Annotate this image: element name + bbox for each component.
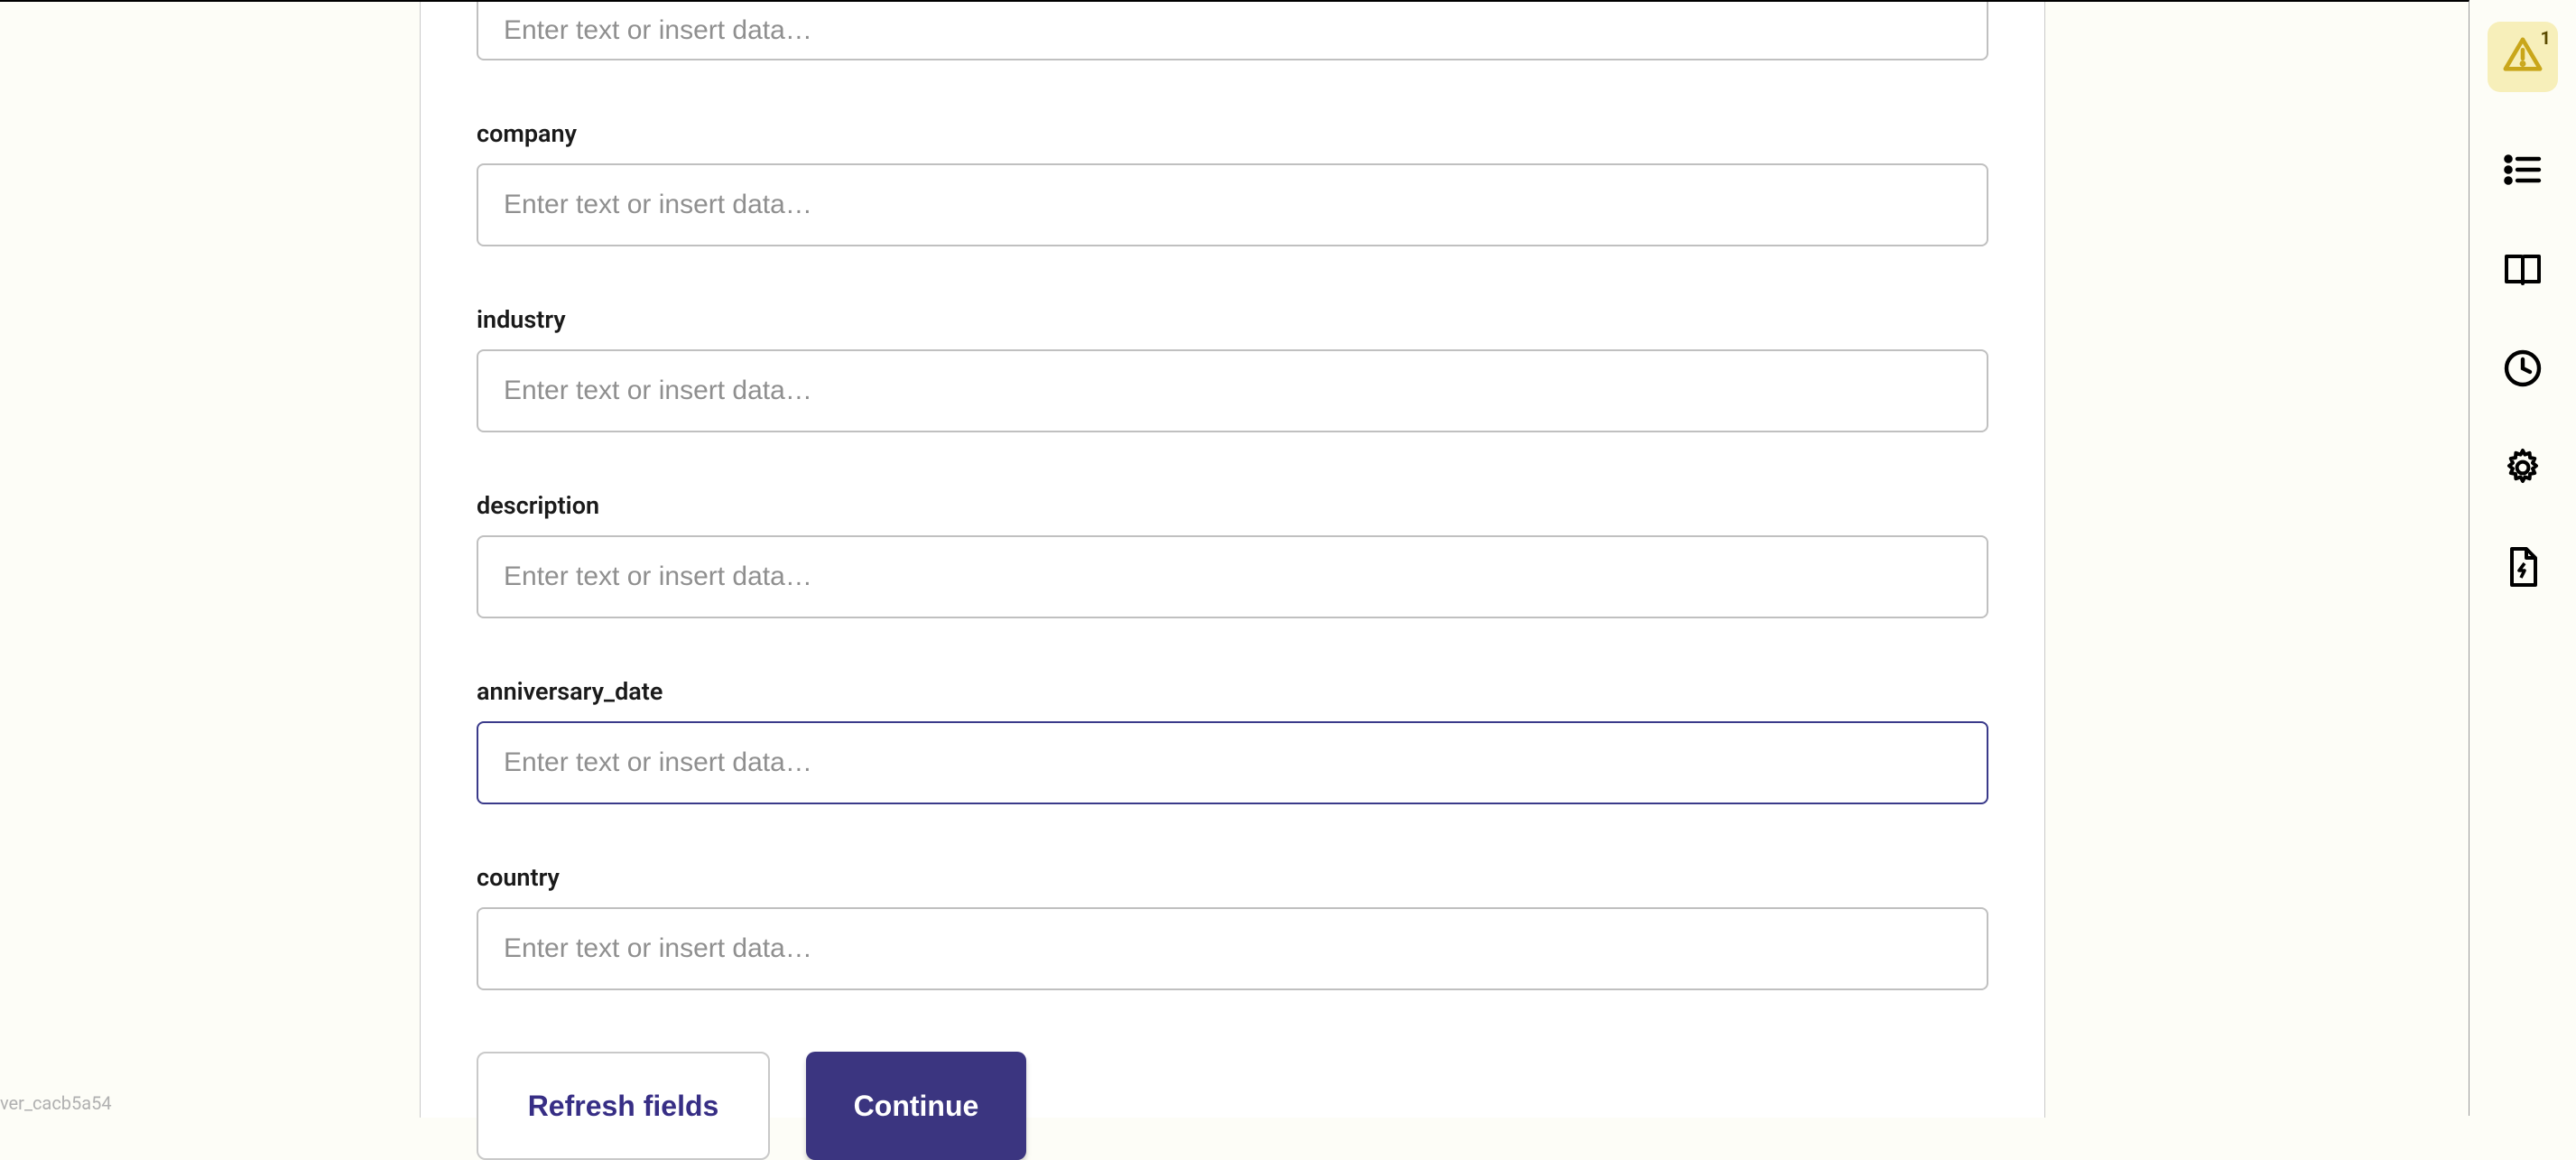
alert-icon — [2502, 34, 2544, 79]
alert-count: 1 — [2541, 27, 2551, 49]
alert-badge[interactable]: 1 — [2488, 22, 2558, 92]
input-anniversary-date[interactable] — [477, 721, 1988, 804]
continue-button[interactable]: Continue — [806, 1052, 1026, 1160]
book-icon[interactable] — [2501, 247, 2544, 291]
input-industry[interactable] — [477, 349, 1988, 432]
file-bolt-icon[interactable] — [2501, 545, 2544, 589]
label-anniversary-date: anniversary_date — [477, 677, 1988, 706]
clock-icon[interactable] — [2501, 347, 2544, 390]
field-group-partial — [477, 2, 1988, 60]
version-text: ver_cacb5a54 — [0, 1090, 112, 1116]
right-rail: 1 — [2469, 0, 2576, 1116]
field-group-country: country — [477, 863, 1988, 990]
input-partial[interactable] — [477, 2, 1988, 60]
field-group-company: company — [477, 119, 1988, 246]
label-country: country — [477, 863, 1988, 892]
label-description: description — [477, 491, 1988, 520]
list-icon[interactable] — [2501, 148, 2544, 191]
button-row: Refresh fields Continue — [477, 1052, 1988, 1160]
field-group-description: description — [477, 491, 1988, 618]
field-group-industry: industry — [477, 305, 1988, 432]
input-country[interactable] — [477, 907, 1988, 990]
refresh-fields-button[interactable]: Refresh fields — [477, 1052, 770, 1160]
input-description[interactable] — [477, 535, 1988, 618]
field-group-anniversary-date: anniversary_date — [477, 677, 1988, 804]
main-container: company industry description anniversary… — [0, 0, 2469, 1116]
gear-icon[interactable] — [2501, 446, 2544, 489]
input-company[interactable] — [477, 163, 1988, 246]
form-panel: company industry description anniversary… — [420, 2, 2045, 1118]
label-industry: industry — [477, 305, 1988, 334]
label-company: company — [477, 119, 1988, 148]
